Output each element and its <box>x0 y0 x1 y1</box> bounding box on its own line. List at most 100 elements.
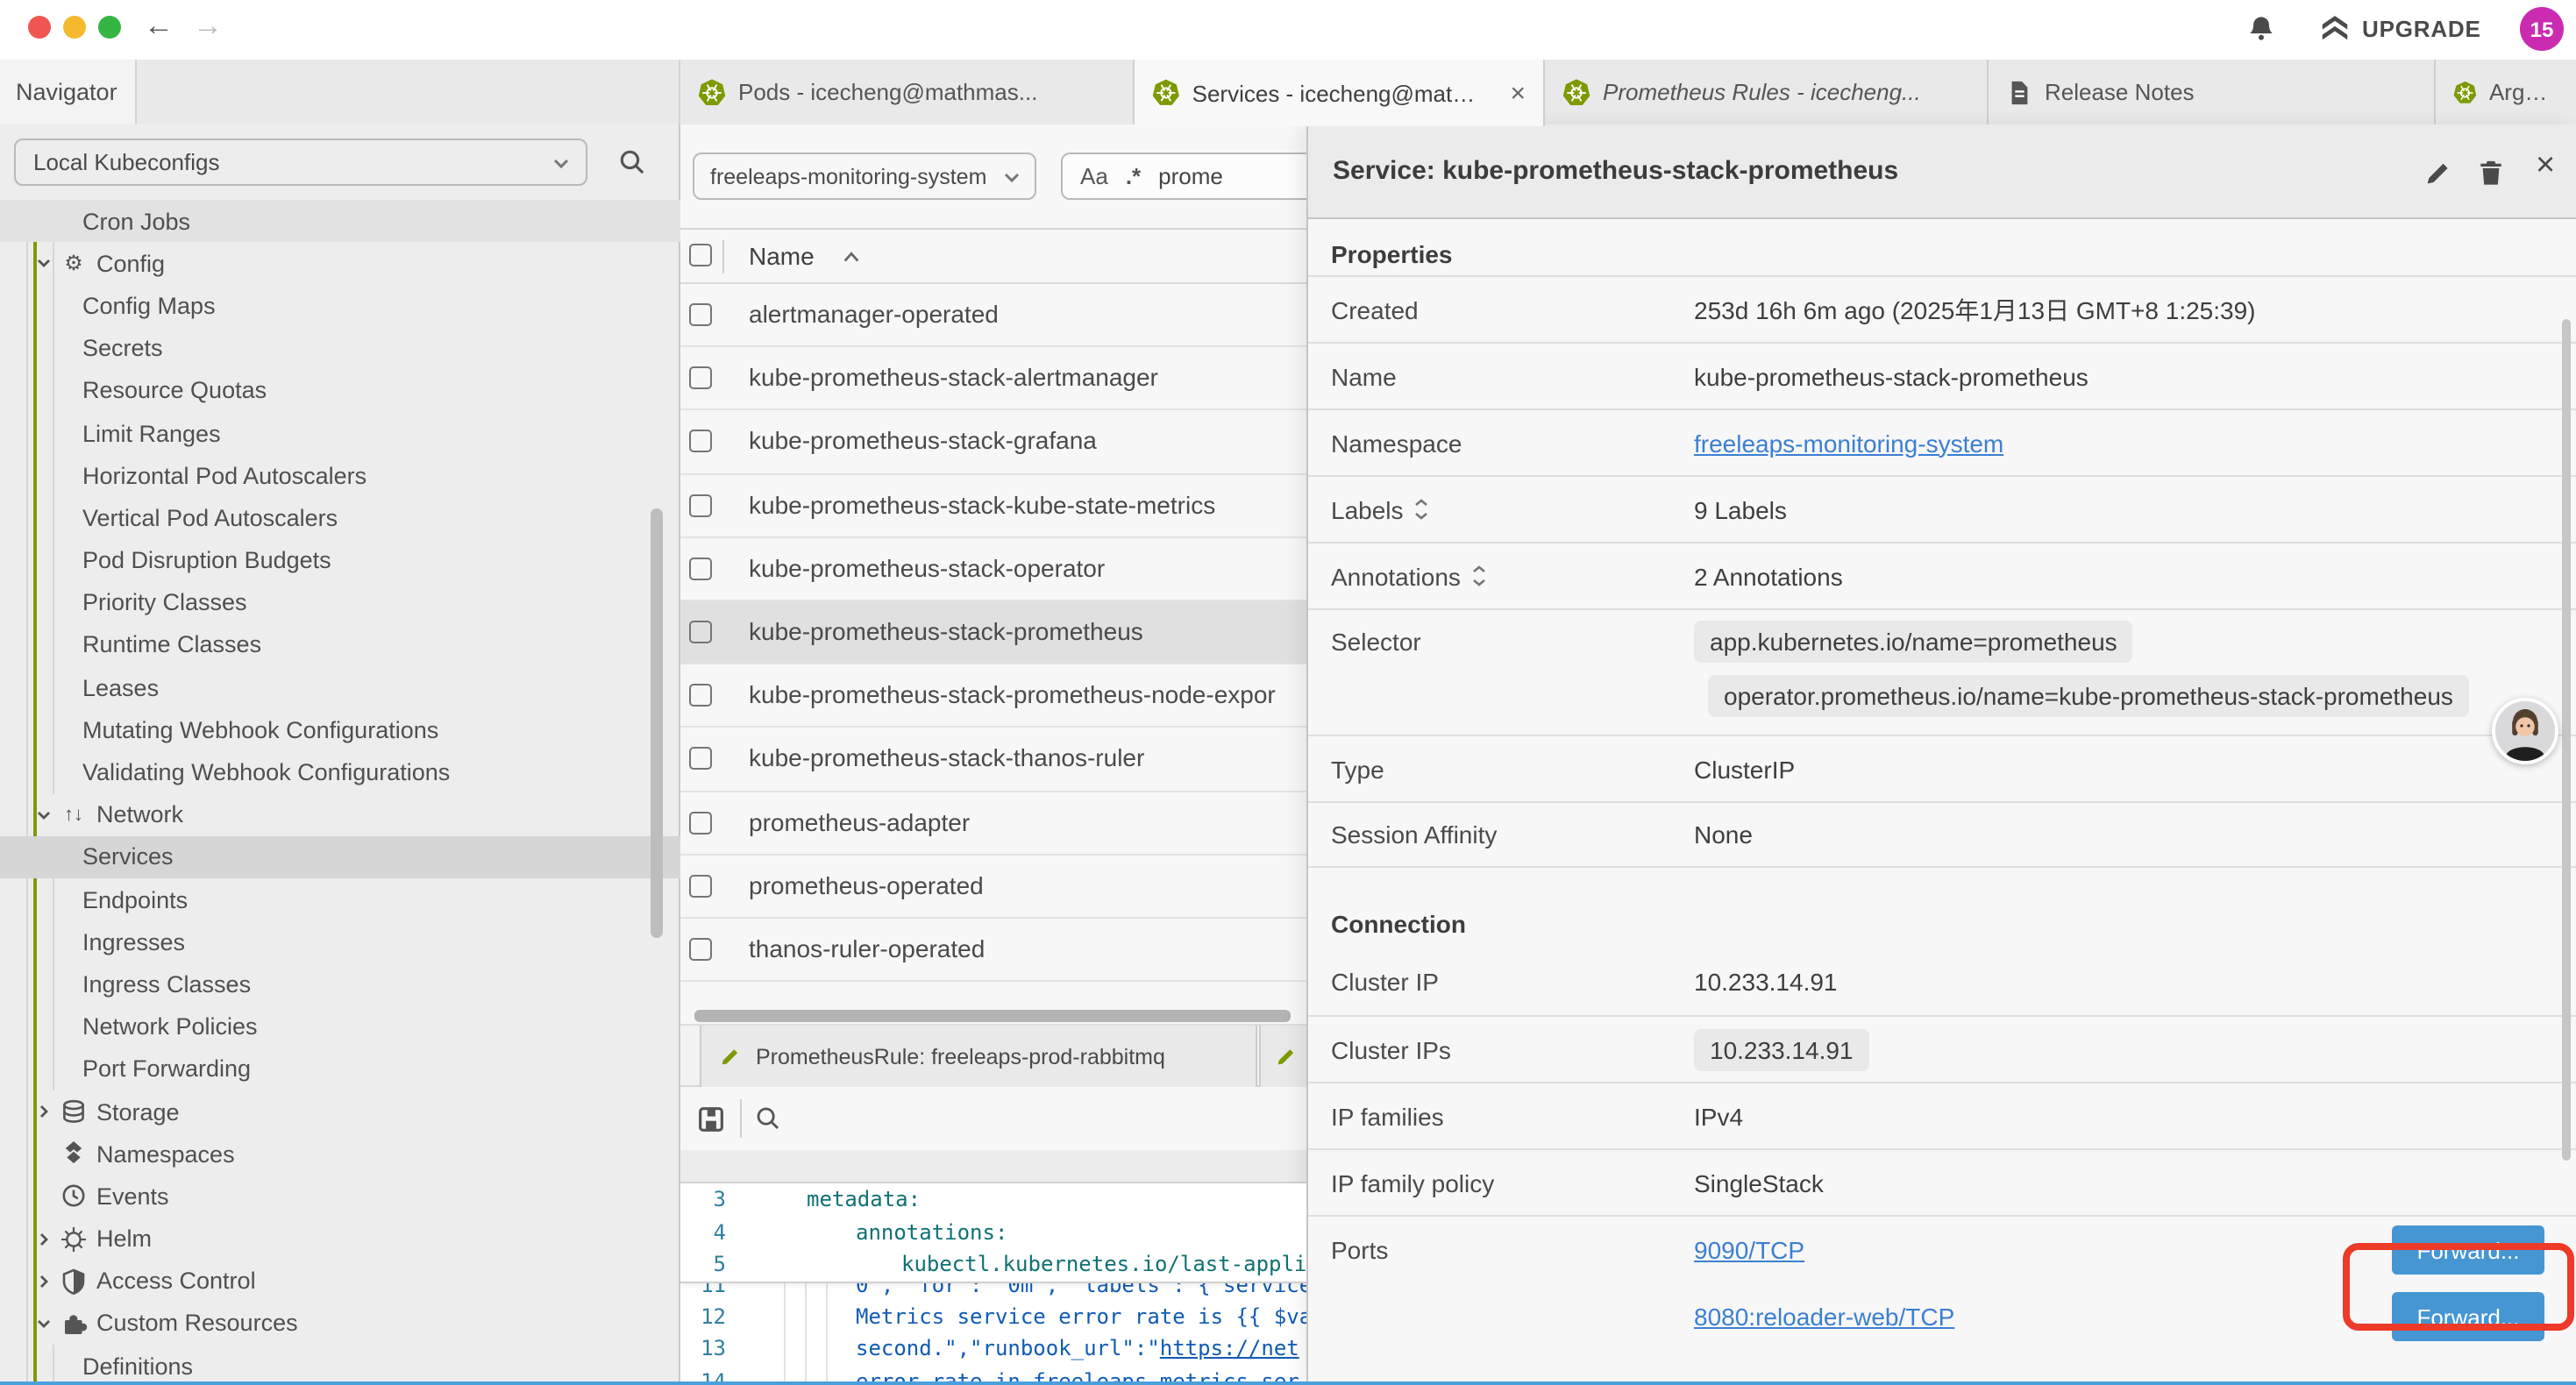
port-link[interactable]: 8080:reloader-web/TCP <box>1694 1303 1954 1331</box>
back-arrow-icon[interactable]: ← <box>144 9 174 44</box>
close-drawer-icon[interactable]: × <box>2536 147 2555 186</box>
detail-value: kube-prometheus-stack-prometheus <box>1694 362 2089 390</box>
tab-argo[interactable]: Argo Se <box>2436 60 2576 124</box>
sidebar-group-custom-resources[interactable]: Custom Resources <box>0 1303 680 1345</box>
sidebar-item-mutating-webhook-configurations[interactable]: Mutating Webhook Configurations <box>0 709 680 751</box>
sidebar-item-validating-webhook-configurations[interactable]: Validating Webhook Configurations <box>0 751 680 793</box>
tab-prometheus-rules[interactable]: Prometheus Rules - icecheng... <box>1545 60 1989 124</box>
sidebar-item-horizontal-pod-autoscalers[interactable]: Horizontal Pod Autoscalers <box>0 454 680 496</box>
row-checkbox[interactable] <box>689 430 712 453</box>
sidebar-item-events[interactable]: Events <box>0 1175 680 1218</box>
sidebar-item-secrets[interactable]: Secrets <box>0 327 680 369</box>
upgrade-button[interactable]: UPGRADE <box>2320 14 2481 44</box>
drawer-header: Service: kube-prometheus-stack-prometheu… <box>1308 124 2576 219</box>
avatar[interactable] <box>2492 698 2558 764</box>
editor-tab-prometheusrule[interactable]: PrometheusRule: freeleaps-prod-rabbitmq <box>700 1026 1257 1087</box>
sidebar-item-leases[interactable]: Leases <box>0 666 680 708</box>
service-row[interactable]: prometheus-adapter <box>680 792 1306 855</box>
horizontal-scrollbar-thumb[interactable] <box>694 1010 1291 1021</box>
tab-services[interactable]: Services - icecheng@math... × <box>1135 60 1545 126</box>
close-window-button[interactable] <box>28 16 51 39</box>
service-row[interactable]: kube-prometheus-stack-grafana <box>680 411 1306 474</box>
detail-label: Cluster IPs <box>1331 1035 1694 1063</box>
service-row[interactable]: kube-prometheus-stack-kube-state-metrics <box>680 474 1306 537</box>
row-checkbox[interactable] <box>689 748 712 771</box>
namespace-select[interactable]: freeleaps-monitoring-system <box>693 153 1036 200</box>
drawer-scrollbar-thumb[interactable] <box>2562 319 2571 1161</box>
service-row[interactable]: alertmanager-operated <box>680 284 1306 347</box>
column-header-name[interactable]: Name <box>749 242 815 270</box>
row-checkbox[interactable] <box>689 303 712 326</box>
chevron-down-icon <box>551 152 572 173</box>
sidebar-item-port-forwarding[interactable]: Port Forwarding <box>0 1048 680 1090</box>
port-link[interactable]: 9090/TCP <box>1694 1236 1804 1264</box>
sidebar-item-config-maps[interactable]: Config Maps <box>0 285 680 327</box>
list-search-input[interactable]: Aa .* prome <box>1061 153 1306 200</box>
service-row[interactable]: thanos-ruler-operated <box>680 919 1306 982</box>
save-icon[interactable] <box>696 1104 726 1133</box>
sidebar-item-cron-jobs[interactable]: Cron Jobs <box>0 200 680 242</box>
notifications-bell-icon[interactable] <box>2246 14 2276 44</box>
close-tab-icon[interactable]: × <box>1510 80 1526 106</box>
sidebar-item-definitions[interactable]: Definitions <box>0 1345 680 1385</box>
sidebar-search-icon[interactable] <box>617 147 647 177</box>
navigator-sidebar: Local Kubeconfigs Cron Jobs ⚙ Config Con… <box>0 124 680 1385</box>
sidebar-item-namespaces[interactable]: Namespaces <box>0 1133 680 1175</box>
sidebar-item-services[interactable]: Services <box>0 836 680 878</box>
match-case-toggle[interactable]: Aa <box>1080 163 1108 189</box>
sidebar-item-endpoints[interactable]: Endpoints <box>0 878 680 920</box>
update-count-badge[interactable]: 15 <box>2520 7 2564 51</box>
forward-arrow-icon[interactable]: → <box>193 9 223 44</box>
sidebar-group-storage[interactable]: Storage <box>0 1090 680 1133</box>
zoom-window-button[interactable] <box>98 16 121 39</box>
sidebar-item-vertical-pod-autoscalers[interactable]: Vertical Pod Autoscalers <box>0 497 680 539</box>
service-row[interactable]: kube-prometheus-stack-thanos-ruler <box>680 728 1306 792</box>
editor-search-icon[interactable] <box>754 1104 782 1133</box>
minimize-window-button[interactable] <box>63 16 86 39</box>
sidebar-item-network-policies[interactable]: Network Policies <box>0 1005 680 1048</box>
service-row[interactable]: kube-prometheus-stack-prometheus-node-ex… <box>680 664 1306 728</box>
sort-ascending-icon[interactable] <box>842 249 861 265</box>
sidebar-item-runtime-classes[interactable]: Runtime Classes <box>0 624 680 666</box>
sidebar-group-config[interactable]: ⚙ Config <box>0 242 680 284</box>
row-checkbox[interactable] <box>689 621 712 643</box>
service-row-selected[interactable]: kube-prometheus-stack-prometheus <box>680 601 1306 664</box>
expand-collapse-icon[interactable] <box>1414 498 1430 521</box>
sidebar-item-resource-quotas[interactable]: Resource Quotas <box>0 370 680 412</box>
namespace-link[interactable]: freeleaps-monitoring-system <box>1694 429 2003 457</box>
code-text: kubectl.kubernetes.io/last-applied-con <box>744 1253 1306 1277</box>
resource-tree: Cron Jobs ⚙ Config Config Maps Secrets R… <box>0 200 680 1385</box>
service-row[interactable]: prometheus-operated <box>680 855 1306 918</box>
regex-toggle[interactable]: .* <box>1126 163 1141 189</box>
tab-release-notes[interactable]: Release Notes <box>1989 60 2436 124</box>
row-checkbox[interactable] <box>689 558 712 580</box>
editor-tab-partial[interactable] <box>1259 1026 1306 1087</box>
row-checkbox[interactable] <box>689 494 712 516</box>
code-link[interactable]: https://net <box>1160 1337 1299 1361</box>
sidebar-group-access-control[interactable]: Access Control <box>0 1260 680 1302</box>
edit-pencil-icon[interactable] <box>2423 158 2453 188</box>
kubeconfig-select[interactable]: Local Kubeconfigs <box>14 138 587 186</box>
tab-pods[interactable]: Pods - icecheng@mathmas... <box>680 60 1135 124</box>
sidebar-item-priority-classes[interactable]: Priority Classes <box>0 581 680 623</box>
row-checkbox[interactable] <box>689 938 712 961</box>
row-checkbox[interactable] <box>689 684 712 707</box>
service-row[interactable]: kube-prometheus-stack-alertmanager <box>680 347 1306 410</box>
sidebar-item-ingresses[interactable]: Ingresses <box>0 920 680 962</box>
sidebar-item-pod-disruption-budgets[interactable]: Pod Disruption Budgets <box>0 539 680 581</box>
yaml-editor[interactable]: 3metadata: 4annotations: 5kubectl.kubern… <box>680 1183 1306 1385</box>
service-row[interactable]: kube-prometheus-stack-operator <box>680 538 1306 601</box>
row-checkbox[interactable] <box>689 874 712 897</box>
row-checkbox[interactable] <box>689 366 712 389</box>
select-all-checkbox[interactable] <box>689 244 712 266</box>
delete-trash-icon[interactable] <box>2476 158 2506 188</box>
sidebar-item-label: Ingresses <box>82 929 185 955</box>
row-checkbox[interactable] <box>689 811 712 834</box>
expand-collapse-icon[interactable] <box>1471 565 1487 587</box>
tab-navigator[interactable]: Navigator <box>0 60 137 124</box>
sidebar-scrollbar-thumb[interactable] <box>651 508 663 938</box>
sidebar-item-limit-ranges[interactable]: Limit Ranges <box>0 412 680 454</box>
sidebar-group-helm[interactable]: Helm <box>0 1218 680 1260</box>
sidebar-group-network[interactable]: ↑↓ Network <box>0 793 680 835</box>
sidebar-item-ingress-classes[interactable]: Ingress Classes <box>0 963 680 1005</box>
